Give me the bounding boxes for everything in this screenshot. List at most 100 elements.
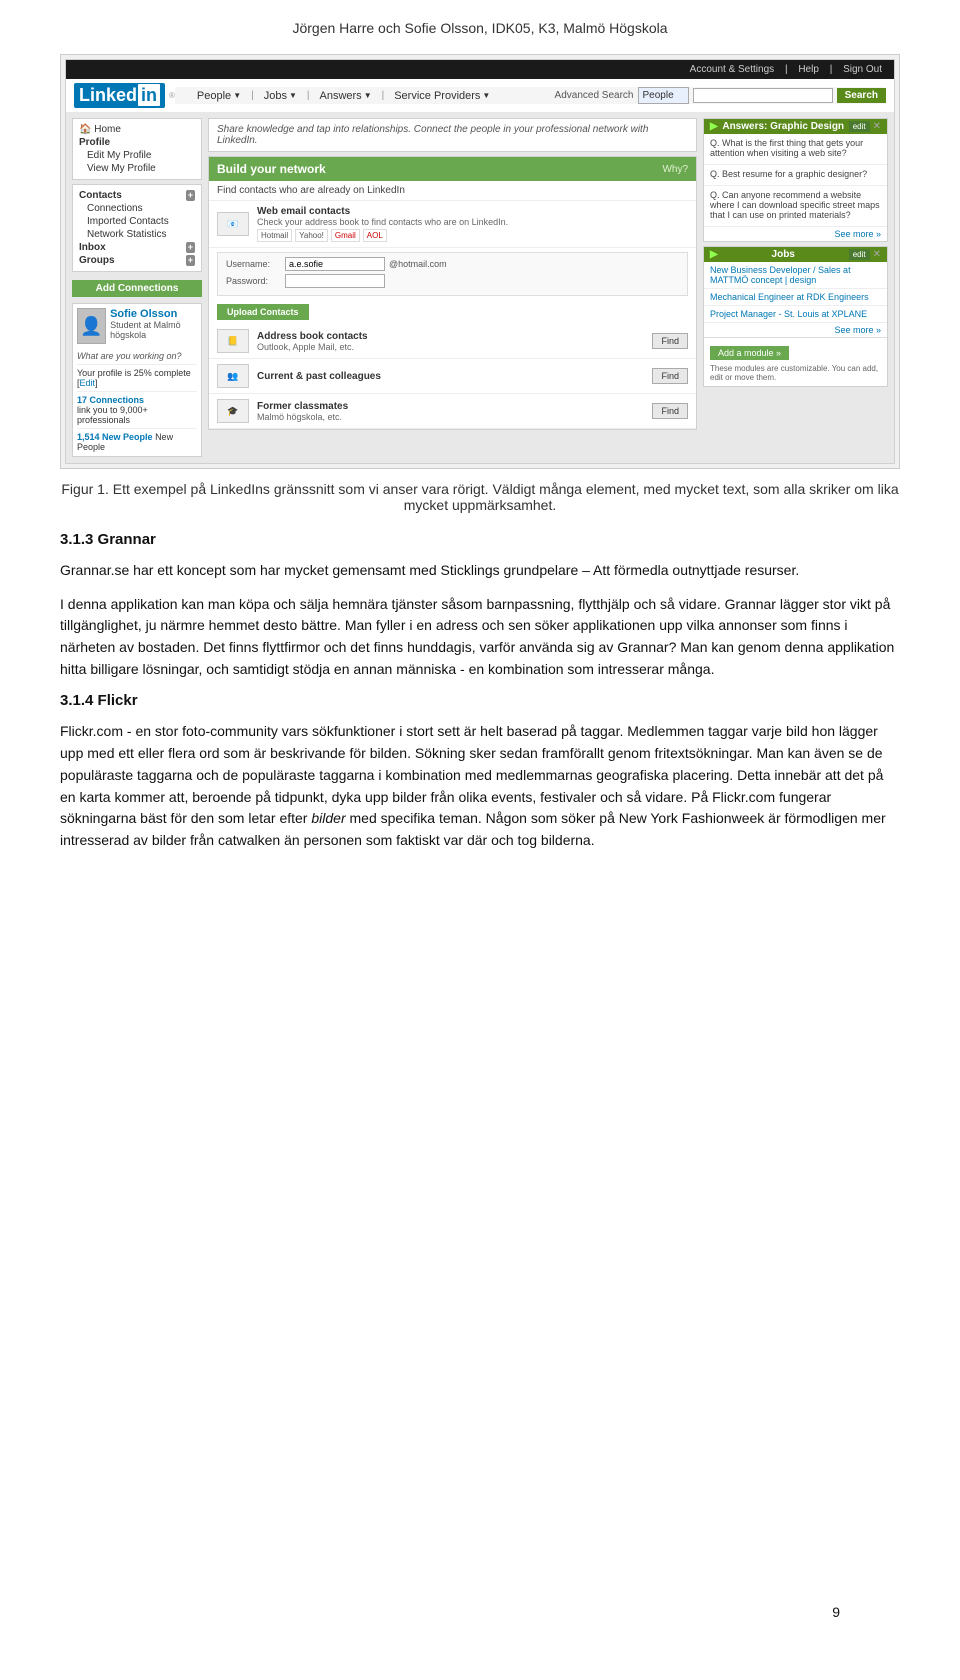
job-item-3: Project Manager - St. Louis at XPLANE <box>704 306 887 323</box>
figure-caption: Figur 1. Ett exempel på LinkedIns gränss… <box>60 481 900 513</box>
left-sidebar: 🏠 Home Profile Edit My Profile View My P… <box>72 118 202 457</box>
jobs-box: ▶ Jobs edit ✕ New Business Developer / S… <box>703 246 888 387</box>
linkedin-ui: Account & Settings | Help | Sign Out Lin… <box>65 59 895 464</box>
nav-answers[interactable]: Answers ▼ <box>314 88 378 104</box>
linkedin-topnav: Account & Settings | Help | Sign Out <box>66 60 894 79</box>
profile-section: 🏠 Home Profile Edit My Profile View My P… <box>72 118 202 180</box>
answers-q1-text: Q. What is the first thing that gets you… <box>710 138 881 158</box>
tagline-box: Share knowledge and tap into relationshi… <box>208 118 697 152</box>
classmates-title: Former classmates <box>257 401 644 412</box>
search-button[interactable]: Search <box>837 88 886 103</box>
answers-q3: Q. Can anyone recommend a website where … <box>704 186 887 227</box>
password-row: Password: <box>226 274 679 288</box>
classmates-find-button[interactable]: Find <box>652 403 688 419</box>
sidebar-edit-profile[interactable]: Edit My Profile <box>77 149 197 162</box>
add-connections-button[interactable]: Add Connections <box>72 280 202 297</box>
job-title-2[interactable]: Mechanical Engineer at RDK Engineers <box>710 292 869 302</box>
jobs-header-text: Jobs <box>772 249 795 260</box>
network-title: Build your network <box>217 162 326 176</box>
answers-q2: Q. Best resume for a graphic designer? <box>704 165 887 186</box>
answers-see-more[interactable]: See more » <box>704 227 887 241</box>
web-email-desc: Check your address book to find contacts… <box>257 217 688 227</box>
customize-note: These modules are customizable. You can … <box>704 364 887 386</box>
main-navbar: People ▼ | Jobs ▼ | Answers ▼ | <box>175 87 886 104</box>
advanced-search-label[interactable]: Advanced Search <box>555 90 634 101</box>
address-book-title: Address book contacts <box>257 331 644 342</box>
profile-edit-link[interactable]: Edit <box>80 378 96 388</box>
email-domain: @hotmail.com <box>389 259 447 269</box>
sign-out-link[interactable]: Sign Out <box>843 64 882 75</box>
grannar-para-1: Grannar.se har ett koncept som har mycke… <box>60 560 900 582</box>
classmates-desc: Malmö högskola, etc. <box>257 412 644 422</box>
address-book-find-button[interactable]: Find <box>652 333 688 349</box>
web-email-item: 📧 Web email contacts Check your address … <box>209 201 696 248</box>
page-number: 9 <box>832 1604 840 1620</box>
address-book-icon: 📒 <box>217 329 249 353</box>
nav-jobs[interactable]: Jobs ▼ <box>258 88 303 104</box>
sidebar-view-profile[interactable]: View My Profile <box>77 162 197 175</box>
sidebar-inbox[interactable]: Inbox + <box>77 241 197 254</box>
sidebar-profile[interactable]: Profile <box>77 136 197 149</box>
job-title-1[interactable]: New Business Developer / Sales at MATTMÖ… <box>710 265 851 285</box>
logo-in: in <box>138 84 160 106</box>
user-profile-card: 👤 Sofie Olsson Student at Malmö högskola… <box>72 303 202 457</box>
search-input[interactable] <box>693 88 833 103</box>
profile-subtitle: Student at Malmö högskola <box>110 320 197 340</box>
hotmail-logo: Hotmail <box>257 229 292 242</box>
user-avatar: 👤 <box>77 308 106 344</box>
main-content: 🏠 Home Profile Edit My Profile View My P… <box>66 112 894 463</box>
jobs-edit-btn[interactable]: edit <box>849 249 870 260</box>
job-item-1: New Business Developer / Sales at MATTMÖ… <box>704 262 887 289</box>
job-title-3[interactable]: Project Manager - St. Louis at XPLANE <box>710 309 867 319</box>
logo-linked: Linked <box>79 85 137 105</box>
answers-box: ▶ Answers: Graphic Design edit ✕ Q. What… <box>703 118 888 242</box>
upload-contacts-button[interactable]: Upload Contacts <box>217 304 309 320</box>
answers-header: ▶ Answers: Graphic Design edit ✕ <box>704 119 887 134</box>
password-label: Password: <box>226 276 281 286</box>
sidebar-imported-contacts[interactable]: Imported Contacts <box>77 215 197 228</box>
sidebar-contacts[interactable]: Contacts + <box>77 189 197 202</box>
colleagues-text: Current & past colleagues <box>257 371 644 382</box>
jobs-triangle: ▶ <box>710 249 718 260</box>
username-input[interactable] <box>285 257 385 271</box>
jobs-close-btn[interactable]: ✕ <box>873 249 881 260</box>
answers-close-btn[interactable]: ✕ <box>873 121 881 132</box>
center-content: Share knowledge and tap into relationshi… <box>208 118 697 457</box>
web-email-icon: 📧 <box>217 212 249 236</box>
answers-header-text: Answers: Graphic Design <box>722 121 844 132</box>
web-email-title: Web email contacts <box>257 206 688 217</box>
sidebar-home[interactable]: 🏠 Home <box>77 123 197 136</box>
profile-question: What are you working on? <box>77 351 197 361</box>
right-panel: ▶ Answers: Graphic Design edit ✕ Q. What… <box>703 118 888 457</box>
colleagues-title: Current & past colleagues <box>257 371 644 382</box>
sidebar-network-statistics[interactable]: Network Statistics <box>77 228 197 241</box>
sidebar-connections[interactable]: Connections <box>77 202 197 215</box>
help-link[interactable]: Help <box>798 64 819 75</box>
grannar-para-2: I denna applikation kan man köpa och säl… <box>60 594 900 681</box>
credentials-form: Username: @hotmail.com Password: <box>217 252 688 296</box>
add-module-button[interactable]: Add a module » <box>710 346 789 360</box>
nav-people[interactable]: People ▼ <box>191 88 247 104</box>
section-heading-flickr: 3.1.4 Flickr <box>60 692 900 709</box>
password-input[interactable] <box>285 274 385 288</box>
search-category-select[interactable]: People <box>638 87 689 104</box>
nav-sep3: | <box>382 90 385 101</box>
colleagues-find-button[interactable]: Find <box>652 368 688 384</box>
aol-logo: AOL <box>363 229 387 242</box>
topnav-sep1: | <box>785 64 790 75</box>
profile-name[interactable]: Sofie Olsson <box>110 308 197 320</box>
why-link[interactable]: Why? <box>662 164 688 175</box>
classmates-item: 🎓 Former classmates Malmö högskola, etc.… <box>209 394 696 429</box>
answers-edit-btn[interactable]: edit <box>849 121 870 132</box>
job-item-2: Mechanical Engineer at RDK Engineers <box>704 289 887 306</box>
answers-q2-text: Q. Best resume for a graphic designer? <box>710 169 881 179</box>
classmates-icon: 🎓 <box>217 399 249 423</box>
nav-service-providers[interactable]: Service Providers ▼ <box>388 88 496 104</box>
address-book-desc: Outlook, Apple Mail, etc. <box>257 342 644 352</box>
account-settings-link[interactable]: Account & Settings <box>690 64 775 75</box>
jobs-see-more[interactable]: See more » <box>704 323 887 337</box>
contacts-section: Contacts + Connections Imported Contacts… <box>72 184 202 272</box>
sidebar-groups[interactable]: Groups + <box>77 254 197 267</box>
email-logos: Hotmail Yahoo! Gmail AOL <box>257 229 688 242</box>
page-header: Jörgen Harre och Sofie Olsson, IDK05, K3… <box>60 20 900 36</box>
